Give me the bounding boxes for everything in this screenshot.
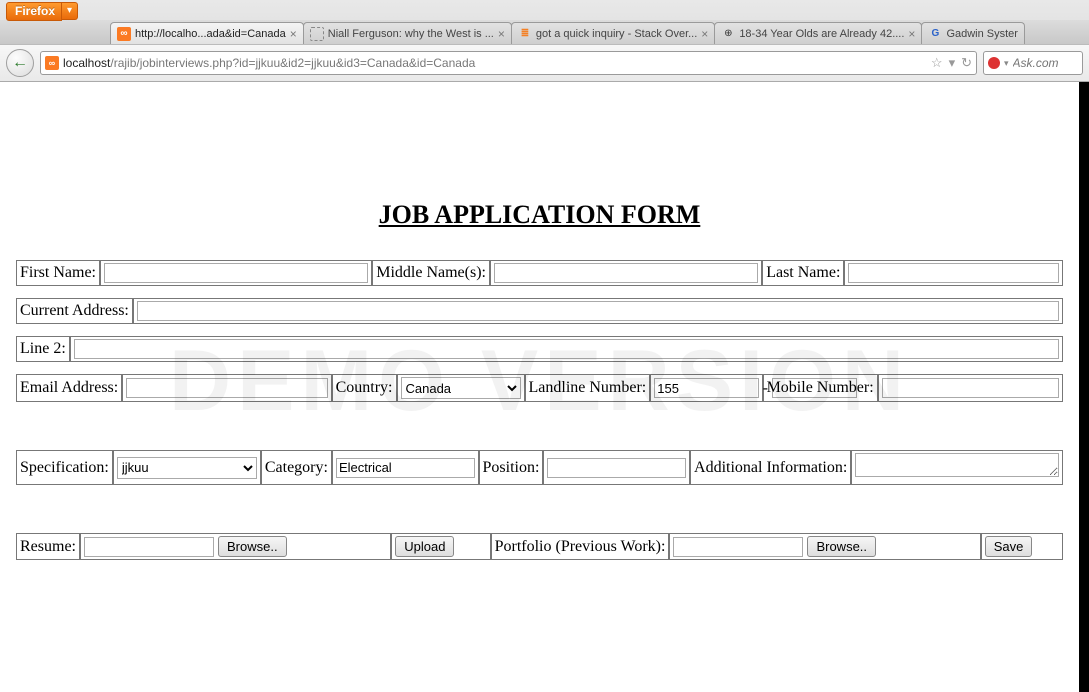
firefox-menu-caret[interactable]: ▾ bbox=[62, 2, 78, 20]
country-label: Country: bbox=[332, 374, 397, 402]
line2-row: Line 2: bbox=[16, 336, 1063, 362]
specification-select[interactable]: jjkuu bbox=[117, 457, 257, 479]
stackoverflow-icon: ≣ bbox=[518, 27, 532, 41]
current-address-input[interactable] bbox=[137, 301, 1059, 321]
gadwin-icon: G bbox=[928, 27, 942, 41]
current-address-label: Current Address: bbox=[16, 298, 133, 324]
resume-browse-button[interactable]: Browse.. bbox=[218, 536, 287, 557]
browser-tab-3[interactable]: ⊕ 18-34 Year Olds are Already 42.... × bbox=[714, 22, 922, 44]
last-name-input[interactable] bbox=[848, 263, 1059, 283]
tab-title: Gadwin Syster bbox=[946, 28, 1018, 40]
email-label: Email Address: bbox=[16, 374, 122, 402]
middle-name-input[interactable] bbox=[494, 263, 758, 283]
xampp-icon: ∞ bbox=[117, 27, 131, 41]
arrow-left-icon: ← bbox=[12, 54, 28, 72]
middle-name-label: Middle Name(s): bbox=[372, 260, 490, 286]
position-label: Position: bbox=[479, 450, 544, 485]
mobile-input[interactable] bbox=[882, 378, 1059, 398]
email-input[interactable] bbox=[126, 378, 327, 398]
xampp-icon: ∞ bbox=[45, 56, 59, 70]
browser-tab-0[interactable]: ∞ http://localho...ada&id=Canada × bbox=[110, 22, 304, 44]
tab-title: 18-34 Year Olds are Already 42.... bbox=[739, 28, 904, 40]
category-label: Category: bbox=[261, 450, 332, 485]
landline-code-input[interactable] bbox=[654, 378, 758, 398]
tab-title: Niall Ferguson: why the West is ... bbox=[328, 28, 494, 40]
bookmark-icon[interactable]: ☆ bbox=[931, 55, 943, 71]
address-row: Current Address: bbox=[16, 298, 1063, 324]
specification-label: Specification: bbox=[16, 450, 113, 485]
files-row: Resume: Browse.. Upload Portfolio (Previ… bbox=[16, 533, 1063, 560]
line2-input[interactable] bbox=[74, 339, 1059, 359]
browser-tab-4[interactable]: G Gadwin Syster bbox=[921, 22, 1025, 44]
portfolio-path-input[interactable] bbox=[673, 537, 803, 557]
addinfo-textarea[interactable] bbox=[855, 453, 1059, 477]
tab-title: http://localho...ada&id=Canada bbox=[135, 28, 286, 40]
name-row: First Name: Middle Name(s): Last Name: bbox=[16, 260, 1063, 286]
back-button[interactable]: ← bbox=[6, 49, 34, 77]
close-icon[interactable]: × bbox=[498, 27, 505, 41]
save-button[interactable]: Save bbox=[985, 536, 1033, 557]
tab-strip: ∞ http://localho...ada&id=Canada × Niall… bbox=[0, 20, 1089, 44]
close-icon[interactable]: × bbox=[908, 27, 915, 41]
line2-label: Line 2: bbox=[16, 336, 70, 362]
close-icon[interactable]: × bbox=[701, 27, 708, 41]
ask-icon bbox=[988, 57, 1000, 69]
globe-icon: ⊕ bbox=[721, 27, 735, 41]
reload-icon[interactable]: ↻ bbox=[961, 55, 972, 71]
page-icon bbox=[310, 27, 324, 41]
first-name-input[interactable] bbox=[104, 263, 368, 283]
country-select[interactable]: Canada bbox=[401, 377, 521, 399]
job-row: Specification: jjkuu Category: Position:… bbox=[16, 450, 1063, 485]
search-box[interactable]: ▾ bbox=[983, 51, 1083, 75]
category-input[interactable] bbox=[336, 458, 475, 478]
resume-path-input[interactable] bbox=[84, 537, 214, 557]
page-title: JOB APPLICATION FORM bbox=[16, 200, 1063, 230]
landline-label: Landline Number: bbox=[525, 374, 651, 402]
position-input[interactable] bbox=[547, 458, 686, 478]
dropdown-icon[interactable]: ▾ bbox=[949, 55, 956, 71]
tab-title: got a quick inquiry - Stack Over... bbox=[536, 28, 697, 40]
first-name-label: First Name: bbox=[16, 260, 100, 286]
addinfo-label: Additional Information: bbox=[690, 450, 851, 485]
contact-row: Email Address: Country: Canada Landline … bbox=[16, 374, 1063, 402]
close-icon[interactable]: × bbox=[290, 27, 297, 41]
search-input[interactable] bbox=[1013, 56, 1073, 70]
url-bar[interactable]: ∞ localhost/rajib/jobinterviews.php?id=j… bbox=[40, 51, 977, 75]
upload-button[interactable]: Upload bbox=[395, 536, 454, 557]
firefox-menu-button[interactable]: Firefox bbox=[6, 2, 62, 21]
browser-tab-1[interactable]: Niall Ferguson: why the West is ... × bbox=[303, 22, 512, 44]
search-caret-icon[interactable]: ▾ bbox=[1004, 58, 1009, 69]
portfolio-browse-button[interactable]: Browse.. bbox=[807, 536, 876, 557]
portfolio-label: Portfolio (Previous Work): bbox=[491, 533, 670, 560]
url-text: localhost/rajib/jobinterviews.php?id=jjk… bbox=[63, 56, 927, 70]
last-name-label: Last Name: bbox=[762, 260, 844, 286]
resume-label: Resume: bbox=[16, 533, 80, 560]
browser-tab-2[interactable]: ≣ got a quick inquiry - Stack Over... × bbox=[511, 22, 715, 44]
